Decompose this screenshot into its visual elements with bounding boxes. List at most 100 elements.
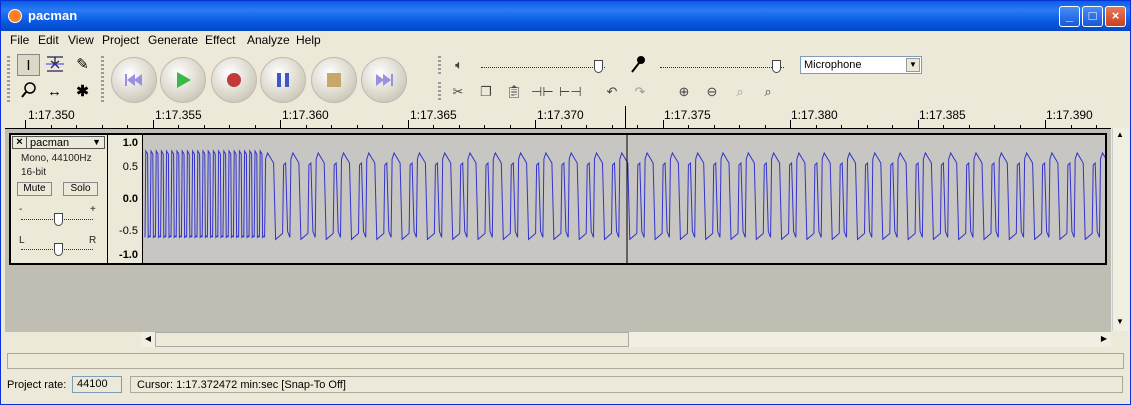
track-bitdepth: 16-bit [21, 167, 47, 178]
waveform-display[interactable] [143, 135, 1126, 263]
menu-analyze[interactable]: Analyze [247, 33, 290, 47]
audio-track[interactable]: × pacman ▼ Mono, 44100Hz 16-bit Mute Sol… [9, 133, 1126, 265]
skip-start-button[interactable] [111, 57, 157, 103]
input-source-select[interactable]: Microphone ▼ [800, 56, 922, 74]
multi-tool-icon[interactable]: ✱ [71, 81, 94, 103]
cursor-position: Cursor: 1:17.372472 min:sec [Snap-To Off… [137, 379, 346, 391]
mute-button[interactable]: Mute [17, 182, 52, 196]
zoom-in-icon[interactable]: ⊕ [673, 81, 695, 103]
ruler-tick [1045, 120, 1046, 128]
fit-project-icon[interactable]: ⌕ [757, 81, 779, 103]
mixer-grip[interactable] [438, 56, 441, 74]
timeline-ruler[interactable]: 1:17.350 1:17.355 1:17.360 1:17.365 1:17… [5, 106, 1111, 129]
cursor-status: Cursor: 1:17.372472 min:sec [Snap-To Off… [130, 376, 1123, 393]
dropdown-arrow-icon[interactable]: ▼ [906, 58, 920, 72]
scroll-down-icon[interactable]: ▼ [1113, 315, 1127, 329]
close-track-icon[interactable]: × [13, 137, 27, 148]
paste-icon[interactable]: 📋︎ [503, 81, 525, 103]
undo-icon[interactable]: ↶ [601, 81, 623, 103]
input-volume-thumb[interactable] [772, 60, 781, 73]
ruler-tick [560, 125, 562, 128]
ruler-tick [356, 125, 358, 128]
menu-generate[interactable]: Generate [148, 33, 198, 47]
play-button[interactable] [160, 57, 206, 103]
ruler-tick [178, 125, 179, 128]
close-button[interactable]: × [1105, 6, 1126, 27]
ruler-tick [305, 125, 307, 128]
scale-label: -1.0 [119, 249, 138, 261]
menu-edit[interactable]: Edit [38, 33, 59, 47]
ruler-tick [152, 120, 154, 128]
ruler-tick [1070, 125, 1072, 128]
ruler-tick [688, 125, 689, 128]
menu-view[interactable]: View [68, 33, 94, 47]
project-rate-field[interactable]: 44100 [72, 376, 122, 393]
toolbar-grip[interactable] [7, 56, 10, 102]
track-name-bar[interactable]: × pacman ▼ [12, 136, 105, 149]
timeshift-tool-icon[interactable]: ↔ [43, 81, 66, 103]
fit-selection-icon[interactable]: ⌕ [729, 81, 751, 103]
ruler-tick [535, 120, 536, 128]
ruler-tick [968, 125, 970, 128]
solo-button[interactable]: Solo [63, 182, 98, 196]
menu-project[interactable]: Project [102, 33, 139, 47]
maximize-button[interactable]: □ [1082, 6, 1103, 27]
ruler-tick [662, 120, 664, 128]
ruler-label: 1:17.360 [282, 108, 329, 122]
track-panel[interactable]: × pacman ▼ Mono, 44100Hz 16-bit Mute Sol… [5, 129, 1126, 332]
ruler-label: 1:17.375 [664, 108, 711, 122]
ruler-tick [229, 125, 230, 128]
stop-button[interactable] [311, 57, 357, 103]
ruler-tick [892, 125, 893, 128]
output-volume-thumb[interactable] [594, 60, 603, 73]
horizontal-scrollbar[interactable]: ◀ ▶ [141, 332, 1111, 347]
ruler-tick [76, 125, 77, 128]
pan-slider-thumb[interactable] [54, 243, 63, 256]
pause-button[interactable] [260, 57, 306, 103]
ruler-label: 1:17.365 [410, 108, 457, 122]
zoom-out-icon[interactable]: ⊖ [701, 81, 723, 103]
ruler-tick [203, 125, 205, 128]
selection-tool-icon[interactable]: I [17, 54, 40, 76]
menu-effect[interactable]: Effect [205, 33, 235, 47]
trim-icon[interactable]: ⊣⊢ [531, 81, 554, 103]
microphone-icon [627, 54, 649, 76]
zoom-tool-icon[interactable] [17, 81, 40, 103]
record-button[interactable] [211, 57, 257, 103]
ruler-tick [841, 125, 842, 128]
scroll-up-icon[interactable]: ▲ [1113, 128, 1127, 142]
minimize-button[interactable]: _ [1059, 6, 1080, 27]
edit-grip[interactable] [438, 82, 441, 102]
ruler-cursor-line [625, 106, 626, 128]
track-menu-arrow-icon[interactable]: ▼ [92, 137, 101, 147]
menu-file[interactable]: File [10, 33, 29, 47]
ruler-label: 1:17.385 [919, 108, 966, 122]
draw-tool-icon[interactable]: ✎ [71, 54, 94, 76]
redo-icon[interactable]: ↷ [629, 81, 651, 103]
ruler-label: 1:17.355 [155, 108, 202, 122]
silence-icon[interactable]: ⊢⊣ [559, 81, 582, 103]
vertical-scrollbar[interactable]: ▲ ▼ [1112, 128, 1129, 331]
scroll-right-icon[interactable]: ▶ [1097, 332, 1111, 346]
input-volume-slider[interactable] [660, 67, 784, 69]
ruler-label: 1:17.350 [28, 108, 75, 122]
horizontal-scroll-thumb[interactable] [155, 332, 629, 347]
envelope-tool-icon[interactable] [43, 54, 66, 76]
output-volume-slider[interactable] [481, 67, 605, 69]
gain-slider-thumb[interactable] [54, 213, 63, 226]
scroll-left-icon[interactable]: ◀ [141, 332, 155, 346]
ruler-tick [101, 125, 103, 128]
scale-label: 0.0 [122, 193, 138, 205]
skip-end-button[interactable] [361, 57, 407, 103]
pan-left-label: L [19, 235, 25, 246]
transport-grip[interactable] [101, 56, 104, 102]
ruler-tick [1096, 125, 1097, 128]
window-title: pacman [28, 8, 78, 23]
ruler-label: 1:17.380 [791, 108, 838, 122]
status-message-bar [7, 353, 1124, 369]
ruler-tick [484, 125, 485, 128]
menu-help[interactable]: Help [296, 33, 321, 47]
copy-icon[interactable]: ❐ [475, 81, 497, 103]
ruler-tick [611, 125, 613, 128]
cut-icon[interactable]: ✂ [447, 81, 469, 103]
